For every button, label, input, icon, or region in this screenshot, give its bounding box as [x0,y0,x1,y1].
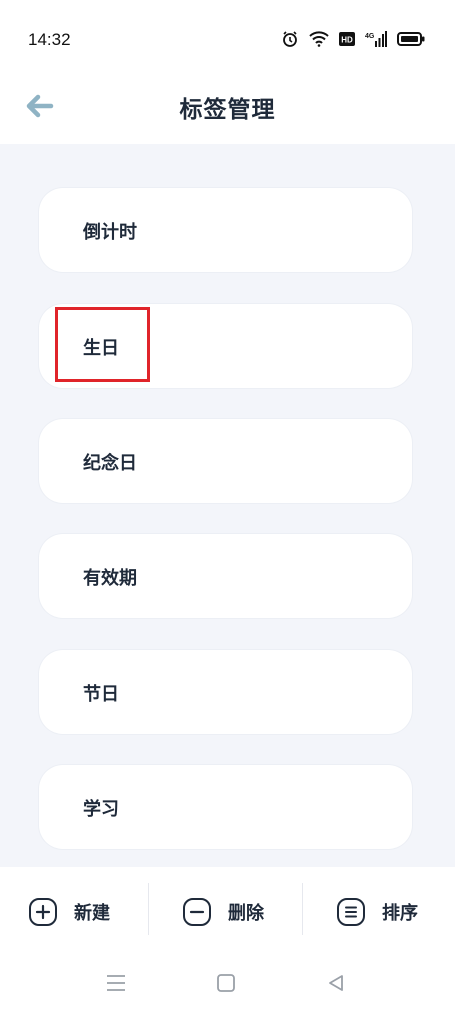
network-text: 4G [365,33,375,40]
battery-icon [397,32,425,46]
signal-4g-icon: 4G [365,31,387,47]
tag-label: 学习 [83,799,119,820]
tag-label: 生日 [83,338,119,359]
home-icon [216,973,236,997]
new-label: 新建 [74,903,110,924]
hd-icon: HD [339,32,355,46]
tag-label: 有效期 [83,568,137,589]
system-nav-bar [0,957,455,1012]
new-button[interactable]: 新建 [28,881,110,943]
delete-label: 删除 [228,903,264,924]
nav-back-button[interactable] [322,971,350,999]
bottom-action-bar: 新建 删除 排序 [0,867,455,957]
status-time: 14:32 [28,30,71,49]
divider [302,883,303,935]
home-button[interactable] [212,971,240,999]
hd-text: HD [341,36,353,45]
tag-label: 倒计时 [83,222,137,243]
tag-label: 节日 [83,684,119,705]
sort-button[interactable]: 排序 [336,881,418,943]
tag-item-holiday[interactable]: 节日 [39,650,412,734]
sort-label: 排序 [382,903,418,924]
page-title: 标签管理 [179,97,276,123]
tag-item-study[interactable]: 学习 [39,765,412,849]
wifi-icon [309,31,329,47]
tag-item-expiry[interactable]: 有效期 [39,534,412,618]
status-icons: HD 4G [281,30,425,48]
minus-icon [182,897,212,927]
header: 标签管理 [0,80,455,144]
list-icon [336,897,366,927]
tag-item-countdown[interactable]: 倒计时 [39,188,412,272]
status-bar: 14:32 HD 4G [0,0,455,80]
alarm-icon [281,30,299,48]
tag-item-birthday[interactable]: 生日 [39,304,412,388]
back-icon [326,973,346,997]
tag-list: 倒计时 生日 纪念日 有效期 节日 学习 [0,144,455,867]
plus-icon [28,897,58,927]
tag-label: 纪念日 [83,453,137,474]
menu-icon [105,973,127,997]
tag-item-anniversary[interactable]: 纪念日 [39,419,412,503]
menu-button[interactable] [102,971,130,999]
delete-button[interactable]: 删除 [182,881,264,943]
divider [148,883,149,935]
